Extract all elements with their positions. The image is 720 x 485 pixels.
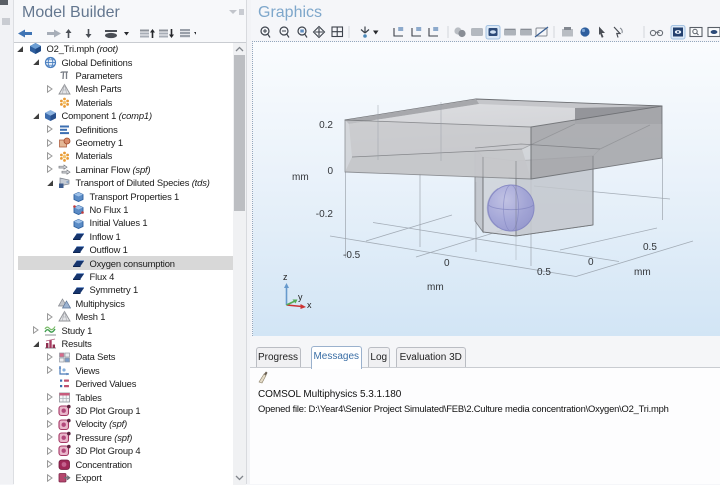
svg-text:mm: mm [427, 282, 444, 293]
svg-text:mm: mm [292, 172, 309, 183]
svg-text:0: 0 [588, 257, 594, 268]
svg-text:0.2: 0.2 [319, 120, 333, 131]
svg-text:0.5: 0.5 [537, 267, 551, 278]
svg-text:-0.5: -0.5 [343, 250, 361, 261]
svg-text:mm: mm [634, 267, 651, 278]
svg-text:0: 0 [327, 166, 333, 177]
svg-text:x: x [307, 300, 312, 310]
svg-text:y: y [298, 292, 303, 302]
svg-text:z: z [283, 272, 288, 282]
svg-text:-0.2: -0.2 [316, 209, 334, 220]
svg-text:0: 0 [444, 258, 450, 269]
svg-text:0.5: 0.5 [643, 242, 657, 253]
